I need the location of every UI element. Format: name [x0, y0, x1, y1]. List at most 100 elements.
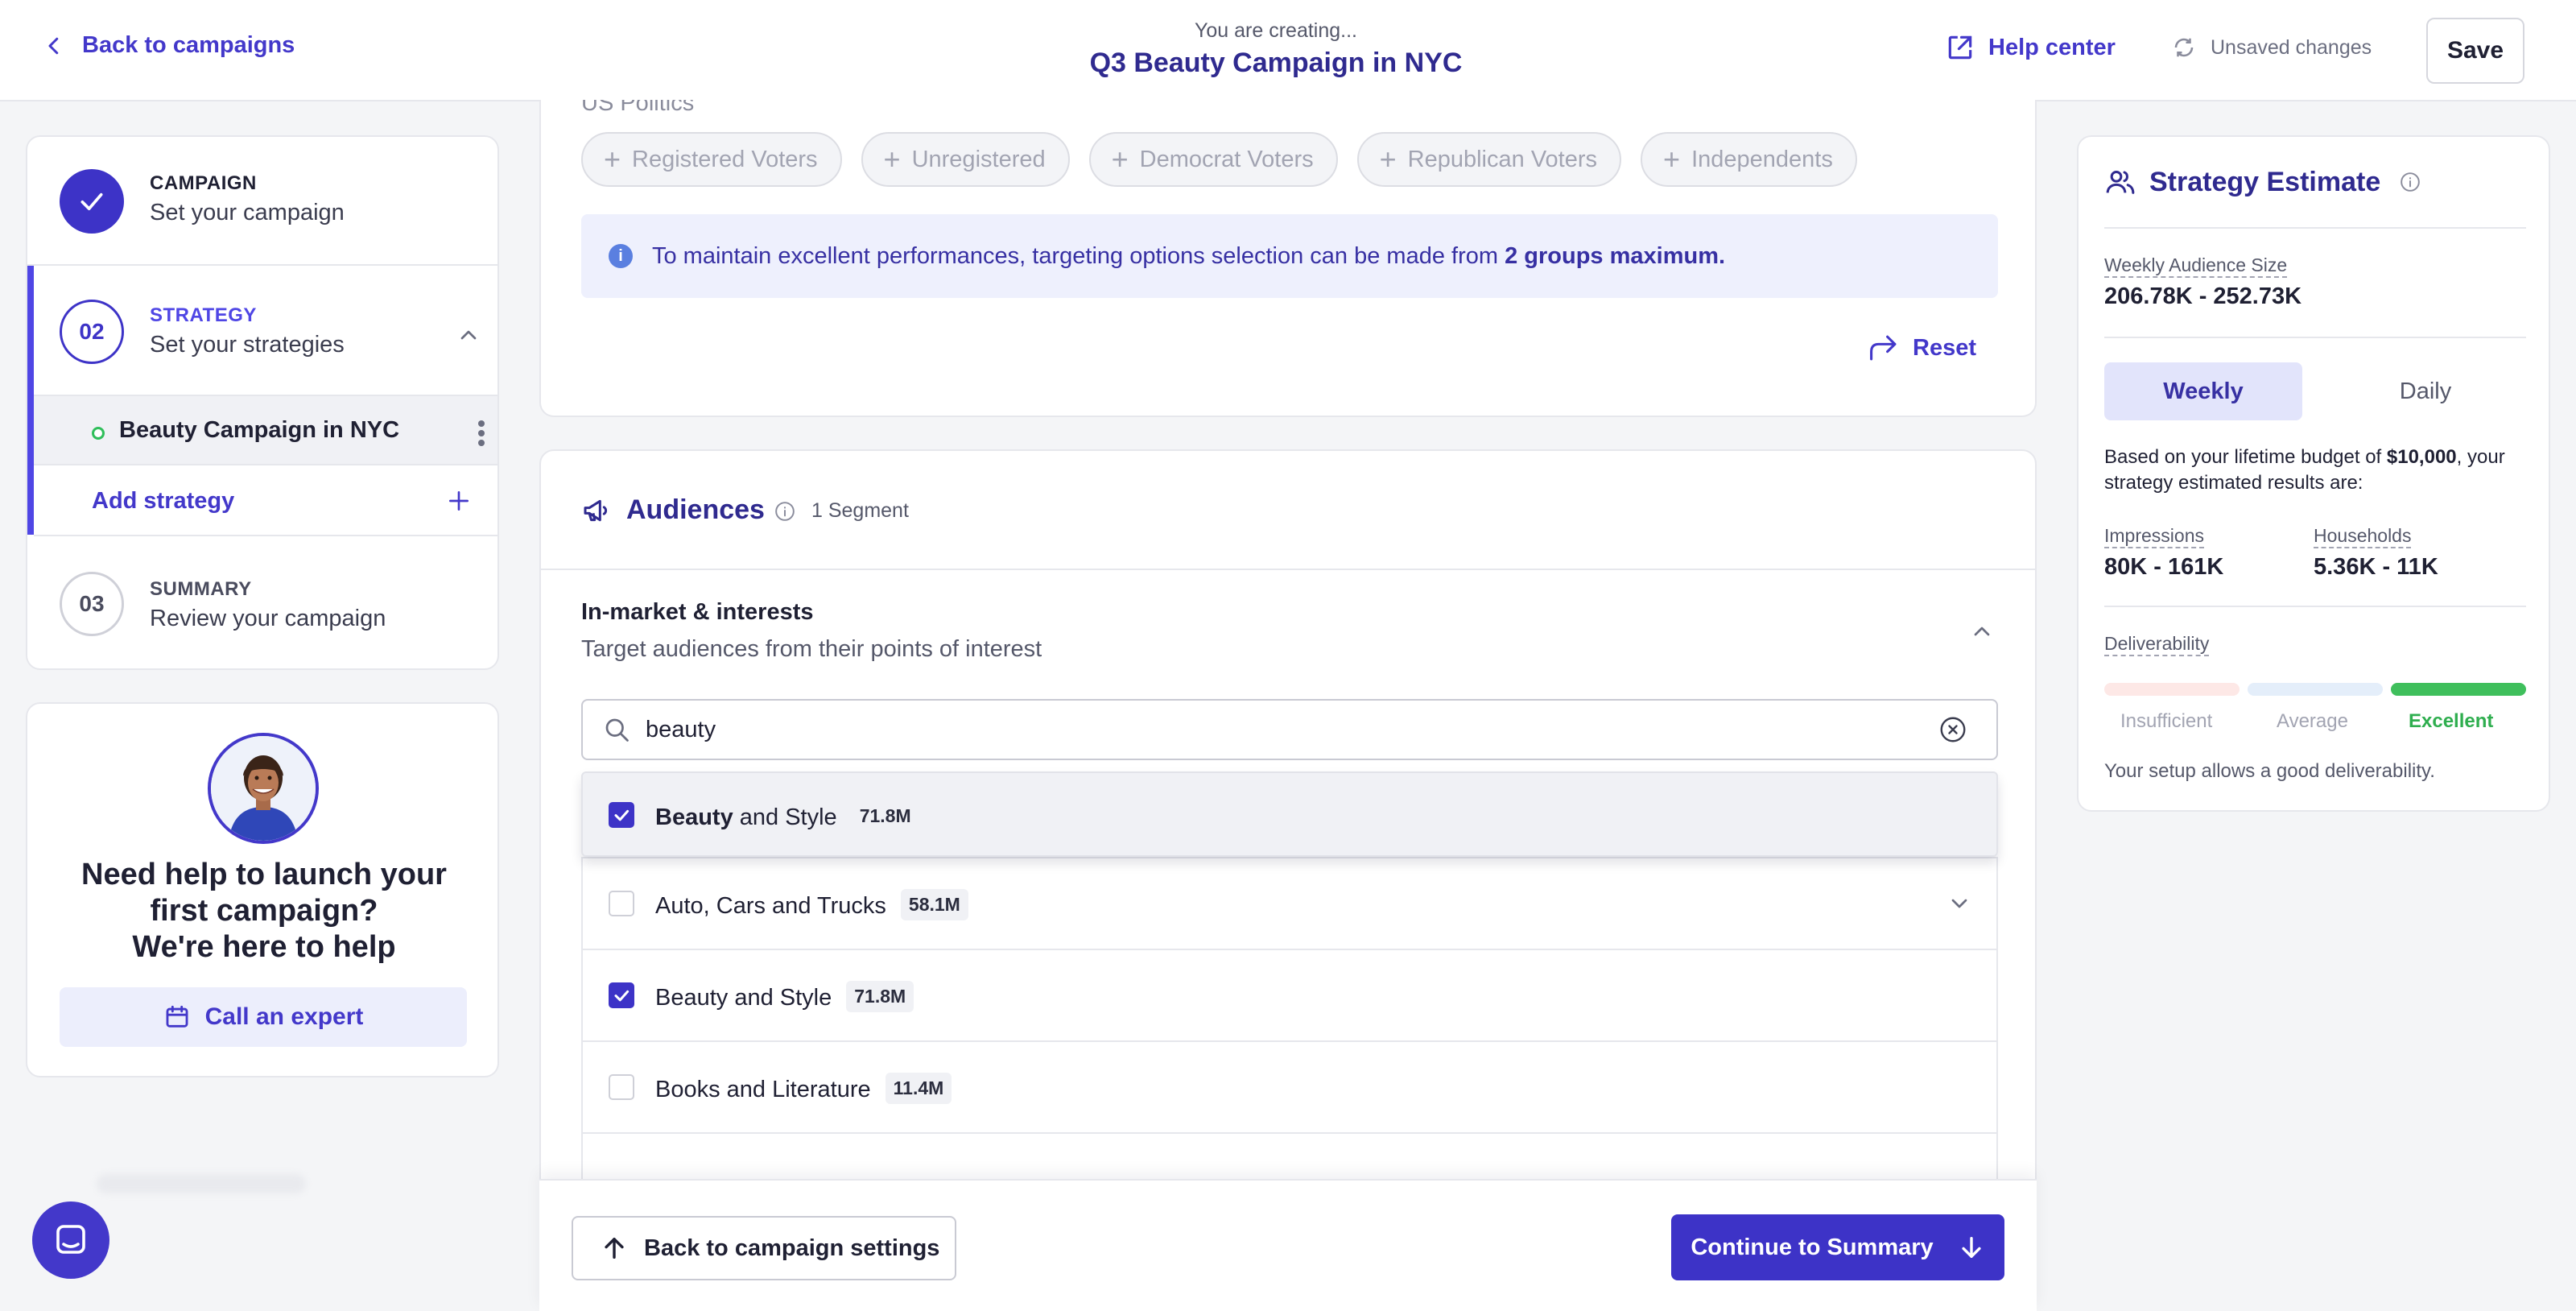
search-suggestion[interactable]: Beauty and Style 71.8M — [581, 771, 1998, 857]
households-label: Households — [2314, 525, 2412, 548]
person-illustration — [211, 736, 316, 841]
meter-segment-average — [2248, 683, 2383, 696]
continue-to-summary-button[interactable]: Continue to Summary — [1671, 1214, 2004, 1280]
targeting-chip[interactable]: + Registered Voters — [581, 132, 842, 187]
audience-row[interactable]: Beauty and Style 71.8M — [583, 949, 1996, 1040]
chip-label: Independents — [1691, 146, 1833, 172]
faded-row-placeholder — [97, 1174, 306, 1193]
call-expert-button[interactable]: Call an expert — [60, 987, 467, 1047]
section-subtitle: Target audiences from their points of in… — [581, 636, 1042, 662]
audiences-title: Audiences — [626, 494, 765, 525]
targeting-chip[interactable]: + Independents — [1641, 132, 1857, 187]
chip-label: Unregistered — [911, 146, 1046, 172]
reset-button[interactable]: Reset — [1868, 333, 1976, 362]
audience-checkbox[interactable] — [609, 891, 634, 916]
audience-search — [581, 699, 1998, 760]
external-link-icon — [1948, 35, 1972, 60]
budget-value: $10,000 — [2386, 446, 2457, 468]
step-strategy-label: STRATEGY — [150, 304, 257, 326]
action-bar: Back to campaign settings Continue to Su… — [539, 1179, 2037, 1311]
divider — [2104, 606, 2526, 607]
info-icon[interactable] — [2400, 172, 2421, 192]
audience-row[interactable]: Books and Literature 11.4M — [583, 1040, 1996, 1132]
targeting-chip[interactable]: + Democrat Voters — [1088, 132, 1338, 187]
clear-search-icon[interactable] — [1938, 715, 1967, 744]
audience-size-badge: 58.1M — [900, 889, 968, 920]
deliverability-note: Your setup allows a good deliverability. — [2104, 760, 2435, 782]
step-campaign-desc: Set your campaign — [150, 200, 345, 225]
status-dot — [92, 427, 105, 440]
info-message: To maintain excellent performances, targ… — [652, 242, 1505, 269]
search-icon — [605, 718, 629, 742]
audience-label: Beauty and Style 71.8M — [655, 981, 914, 1012]
check-icon — [614, 990, 630, 1002]
suggestion-label: Beauty and Style 71.8M — [655, 800, 919, 832]
campaign-heading: You are creating... Q3 Beauty Campaign i… — [966, 19, 1586, 79]
targeting-chip[interactable]: + Unregistered — [861, 132, 1070, 187]
info-banner: i To maintain excellent performances, ta… — [581, 214, 1998, 298]
audience-search-input[interactable] — [646, 709, 1901, 751]
audience-name: Auto, Cars and Trucks — [655, 893, 886, 919]
audience-name: Books and Literature — [655, 1077, 871, 1102]
step-summary-label: SUMMARY — [150, 578, 252, 600]
step-campaign-label: CAMPAIGN — [150, 172, 257, 194]
info-icon[interactable] — [774, 501, 795, 522]
suggestion-checkbox[interactable] — [609, 802, 634, 828]
help-title: Need help to launch your first campaign?… — [43, 857, 485, 966]
deliverability-label: Deliverability — [2104, 633, 2210, 656]
step-summary[interactable]: 03 SUMMARY Review your campaign — [27, 540, 497, 668]
chevron-up-icon[interactable] — [1969, 618, 1995, 644]
section-title: In-market & interests — [581, 599, 814, 625]
expert-avatar — [208, 733, 319, 844]
save-button[interactable]: Save — [2426, 18, 2524, 84]
toggle-weekly[interactable]: Weekly — [2104, 362, 2302, 420]
step-campaign[interactable]: CAMPAIGN Set your campaign — [27, 137, 497, 266]
audience-checkbox[interactable] — [609, 1074, 634, 1100]
strategy-name: Beauty Campaign in NYC — [119, 417, 400, 443]
top-bar: Back to campaigns You are creating... Q3… — [0, 0, 2576, 101]
audience-size-badge: 71.8M — [859, 805, 911, 826]
targeting-chip-list: + Registered Voters + Unregistered + Democr… — [581, 132, 1857, 187]
toggle-daily[interactable]: Daily — [2326, 362, 2524, 420]
strategy-item[interactable]: Beauty Campaign in NYC — [34, 395, 497, 465]
audience-label: Books and Literature 11.4M — [655, 1073, 952, 1104]
add-strategy-button[interactable]: Add strategy — [34, 465, 497, 536]
audiences-header: Audiences 1 Segment — [541, 451, 2035, 570]
strategy-estimate-card: Strategy Estimate Weekly Audience Size 2… — [2077, 135, 2550, 812]
back-to-settings-button[interactable]: Back to campaign settings — [572, 1216, 956, 1280]
continue-label: Continue to Summary — [1690, 1234, 1934, 1260]
chevron-up-icon[interactable] — [456, 322, 481, 348]
deliverability-meter — [2104, 683, 2526, 696]
back-to-campaigns-link[interactable]: Back to campaigns — [42, 32, 295, 59]
suggestion-match: Beauty — [655, 804, 733, 830]
help-title-line: We're here to help — [132, 930, 396, 964]
info-emphasis: 2 groups maximum. — [1505, 242, 1726, 269]
audience-size-badge: 11.4M — [885, 1073, 952, 1104]
audience-checkbox[interactable] — [609, 982, 634, 1008]
redo-icon — [1870, 335, 1897, 361]
audience-size-badge: 71.8M — [846, 981, 914, 1012]
meter-segment-excellent — [2391, 683, 2526, 696]
estimate-title: Strategy Estimate — [2149, 166, 2381, 197]
divider — [2104, 227, 2526, 229]
step-complete-badge — [60, 169, 124, 234]
level-excellent: Excellent — [2409, 710, 2494, 732]
chevron-down-icon[interactable] — [1946, 891, 1972, 916]
add-strategy-label: Add strategy — [92, 488, 235, 514]
targeting-chip[interactable]: + Republican Voters — [1356, 132, 1622, 187]
chip-label: Registered Voters — [632, 146, 818, 172]
level-average: Average — [2277, 710, 2348, 732]
unsaved-status: Unsaved changes — [2172, 35, 2372, 60]
arrow-up-icon — [605, 1237, 624, 1259]
plus-icon — [449, 491, 469, 511]
help-center-label: Help center — [1988, 34, 2116, 60]
chat-launcher-button[interactable] — [32, 1201, 109, 1279]
plus-icon: + — [1663, 143, 1681, 176]
more-vertical-icon[interactable] — [473, 417, 489, 449]
budget-statement: Based on your lifetime budget of $10,000… — [2104, 445, 2531, 496]
unsaved-label: Unsaved changes — [2211, 35, 2372, 59]
help-center-link[interactable]: Help center — [1945, 32, 2116, 63]
period-toggle: Weekly Daily — [2104, 362, 2526, 420]
step-summary-desc: Review your campaign — [150, 606, 386, 631]
audience-row[interactable]: Auto, Cars and Trucks 58.1M — [583, 857, 1996, 949]
